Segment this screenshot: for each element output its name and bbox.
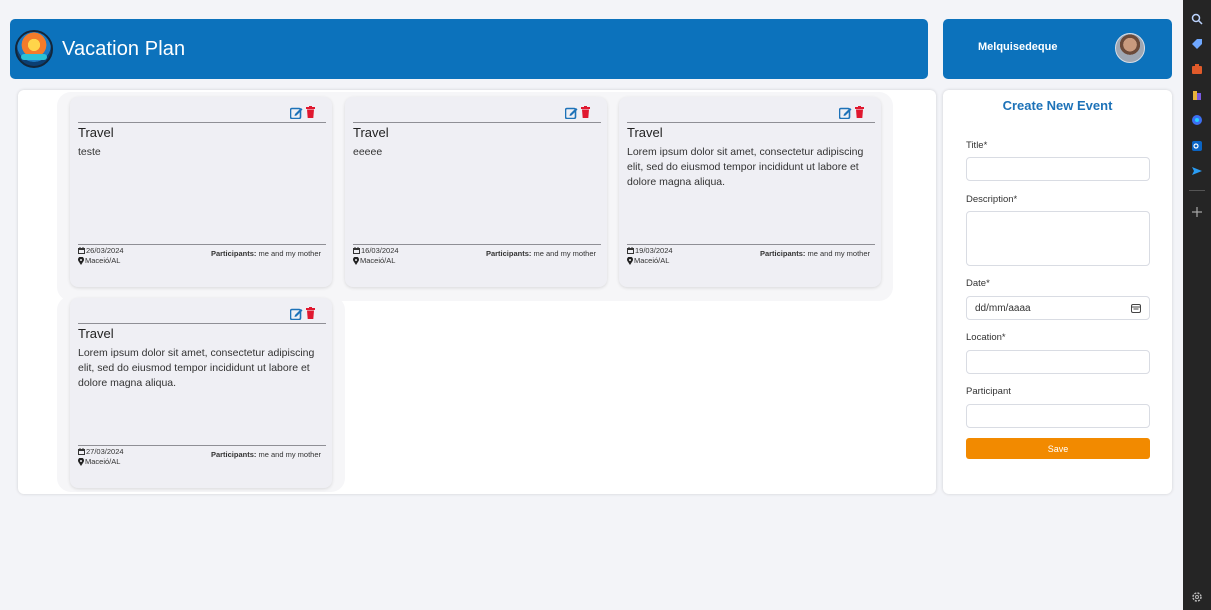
trash-icon[interactable] xyxy=(306,307,315,320)
trash-icon[interactable] xyxy=(306,106,315,119)
calendar-icon xyxy=(78,448,85,455)
form-title: Create New Event xyxy=(1002,98,1113,113)
event-footer: 19/03/2024 Maceió/AL Participants: me an… xyxy=(627,244,875,265)
map-pin-icon xyxy=(353,256,359,265)
participants-value: me and my mother xyxy=(807,249,870,258)
event-footer: 26/03/2024 Maceió/AL Participants: me an… xyxy=(78,244,326,265)
app-header: Vacation Plan xyxy=(10,19,928,79)
event-footer: 27/03/2024 Maceió/AL Participants: me an… xyxy=(78,445,326,466)
participants-label: Participants: xyxy=(759,249,806,258)
event-participants: Participants: me and my mother xyxy=(486,249,596,258)
sidebar-divider xyxy=(1189,190,1205,191)
event-location-text: Maceió/AL xyxy=(85,256,121,265)
event-description: Lorem ipsum dolor sit amet, consectetur … xyxy=(627,146,864,188)
title-label: Title* xyxy=(966,140,988,151)
event-date-text: 26/03/2024 xyxy=(86,246,124,255)
app-logo[interactable] xyxy=(15,30,53,68)
event-card: Travel Lorem ipsum dolor sit amet, conse… xyxy=(619,97,881,287)
send-icon[interactable] xyxy=(1191,165,1203,177)
title-input[interactable] xyxy=(966,157,1150,181)
create-event-form: Create New Event Title* Description* Dat… xyxy=(943,90,1172,494)
edit-icon[interactable] xyxy=(290,106,303,119)
date-input[interactable]: dd/mm/aaaa xyxy=(966,296,1150,320)
event-card: Travel Lorem ipsum dolor sit amet, conse… xyxy=(70,298,332,488)
participants-label: Participants: xyxy=(210,249,257,258)
event-footer: 16/03/2024 Maceió/AL Participants: me an… xyxy=(353,244,601,265)
card-actions xyxy=(565,106,590,119)
event-participants: Participants: me and my mother xyxy=(211,450,321,459)
chess-icon[interactable] xyxy=(1191,89,1203,101)
edit-icon[interactable] xyxy=(565,106,578,119)
event-card: Travel eeeee 16/03/2024 Maceió/AL Partic… xyxy=(345,97,607,287)
calendar-picker-icon[interactable] xyxy=(1131,303,1141,313)
participants-value: me and my mother xyxy=(258,450,321,459)
event-title: Travel xyxy=(78,122,326,140)
map-pin-icon xyxy=(78,256,84,265)
participant-label: Participant xyxy=(966,386,1011,397)
event-description: eeeee xyxy=(353,146,383,158)
event-card: Travel teste 26/03/2024 Maceió/AL Partic… xyxy=(70,97,332,287)
description-textarea[interactable] xyxy=(966,211,1150,266)
event-title: Travel xyxy=(627,122,875,140)
edit-icon[interactable] xyxy=(839,106,852,119)
calendar-icon xyxy=(353,247,360,254)
save-button[interactable]: Save xyxy=(966,438,1150,459)
location-input[interactable] xyxy=(966,350,1150,374)
event-location-text: Maceió/AL xyxy=(634,256,670,265)
user-box: Melquisedeque xyxy=(943,19,1172,79)
search-icon[interactable] xyxy=(1191,13,1203,25)
event-participants: Participants: me and my mother xyxy=(211,249,321,258)
event-location-text: Maceió/AL xyxy=(360,256,396,265)
participant-input[interactable] xyxy=(966,404,1150,428)
participants-label: Participants: xyxy=(485,249,532,258)
event-participants: Participants: me and my mother xyxy=(760,249,870,258)
copilot-icon[interactable] xyxy=(1191,114,1203,126)
event-description: Lorem ipsum dolor sit amet, consectetur … xyxy=(78,347,315,389)
plus-icon[interactable] xyxy=(1191,206,1203,218)
event-date-text: 16/03/2024 xyxy=(361,246,399,255)
date-label: Date* xyxy=(966,278,990,289)
app-title: Vacation Plan xyxy=(62,37,186,60)
event-title: Travel xyxy=(78,323,326,341)
username: Melquisedeque xyxy=(978,41,1058,53)
calendar-icon xyxy=(78,247,85,254)
briefcase-icon[interactable] xyxy=(1191,63,1203,75)
date-placeholder: dd/mm/aaaa xyxy=(975,302,1031,314)
participants-value: me and my mother xyxy=(258,249,321,258)
description-label: Description* xyxy=(966,194,1018,205)
card-actions xyxy=(839,106,864,119)
trash-icon[interactable] xyxy=(855,106,864,119)
edit-icon[interactable] xyxy=(290,307,303,320)
participants-label: Participants: xyxy=(210,450,257,459)
event-title: Travel xyxy=(353,122,601,140)
trash-icon[interactable] xyxy=(581,106,590,119)
outlook-icon[interactable] xyxy=(1191,140,1203,152)
map-pin-icon xyxy=(627,256,633,265)
event-date-text: 19/03/2024 xyxy=(635,246,673,255)
browser-sidebar xyxy=(1183,0,1211,610)
calendar-icon xyxy=(627,247,634,254)
event-date-text: 27/03/2024 xyxy=(86,447,124,456)
card-actions xyxy=(290,106,315,119)
card-actions xyxy=(290,307,315,320)
event-description: teste xyxy=(78,146,101,158)
avatar[interactable] xyxy=(1115,33,1145,63)
participants-value: me and my mother xyxy=(533,249,596,258)
tag-icon[interactable] xyxy=(1191,38,1203,50)
settings-icon[interactable] xyxy=(1191,591,1203,603)
event-location-text: Maceió/AL xyxy=(85,457,121,466)
location-label: Location* xyxy=(966,332,1006,343)
map-pin-icon xyxy=(78,457,84,466)
